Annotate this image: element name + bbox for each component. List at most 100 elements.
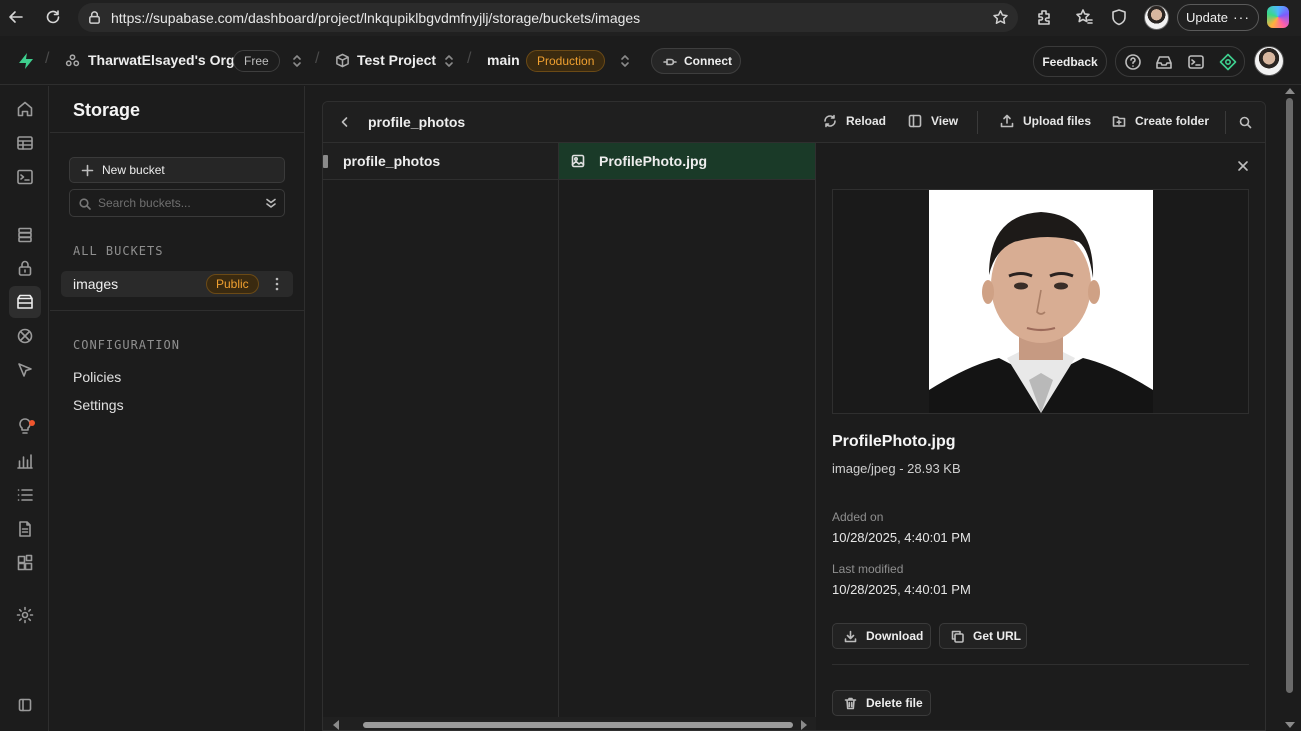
toolbar-divider [1225, 111, 1226, 134]
sql-editor-icon[interactable] [16, 168, 34, 186]
image-file-icon [571, 154, 585, 168]
new-bucket-label: New bucket [102, 163, 165, 177]
list-item[interactable]: profile_photos [323, 143, 558, 180]
search-buckets-input[interactable]: Search buckets... [69, 189, 285, 217]
database-icon[interactable] [16, 226, 34, 244]
back-arrow-icon[interactable] [8, 9, 24, 25]
scrollbar-thumb[interactable] [1286, 98, 1293, 693]
back-chevron-icon[interactable] [339, 116, 351, 128]
terminal-icon[interactable] [1187, 53, 1205, 71]
refresh-icon[interactable] [45, 9, 61, 25]
address-bar[interactable]: https://supabase.com/dashboard/project/l… [78, 3, 1018, 32]
breadcrumb-separator: / [45, 50, 50, 67]
scroll-down-arrow[interactable] [1285, 722, 1295, 728]
get-url-label: Get URL [973, 629, 1021, 643]
divider [50, 132, 305, 133]
favorite-star-icon[interactable] [992, 9, 1009, 26]
project-switcher-chevron-icon[interactable] [444, 54, 454, 68]
user-avatar[interactable] [1254, 46, 1284, 76]
connect-button[interactable]: Connect [651, 48, 741, 74]
connect-label: Connect [684, 54, 732, 68]
settings-gear-icon[interactable] [16, 606, 34, 624]
search-placeholder: Search buckets... [98, 196, 191, 210]
horizontal-scrollbar[interactable] [323, 717, 816, 730]
more-options-icon: ··· [1233, 9, 1250, 25]
site-info-icon[interactable] [87, 10, 102, 25]
home-icon[interactable] [16, 100, 34, 118]
sidebar-title: Storage [73, 100, 141, 120]
org-switcher-chevron-icon[interactable] [292, 54, 302, 68]
browser-essentials-shield-icon[interactable] [1110, 8, 1128, 26]
delete-file-label: Delete file [866, 696, 923, 710]
branch-name[interactable]: main [487, 52, 520, 68]
scroll-up-arrow[interactable] [1285, 88, 1295, 94]
upload-files-button[interactable]: Upload files [1000, 114, 1091, 128]
explorer-header: profile_photos Reload View Upload files … [323, 102, 1265, 143]
sidebar-item-policies[interactable]: Policies [73, 369, 121, 385]
scroll-right-arrow[interactable] [801, 720, 807, 730]
added-on-value: 10/28/2025, 4:40:01 PM [832, 530, 971, 545]
toolbar-divider [977, 111, 978, 134]
browser-profile-avatar[interactable] [1144, 5, 1169, 30]
logs-list-icon[interactable] [16, 486, 34, 504]
search-files-icon[interactable] [1239, 116, 1252, 129]
last-modified-value: 10/28/2025, 4:40:01 PM [832, 582, 971, 597]
realtime-icon[interactable] [16, 327, 34, 345]
delete-file-button[interactable]: Delete file [832, 690, 931, 716]
plug-icon [663, 58, 677, 66]
image-preview-frame [832, 189, 1249, 414]
branch-switcher-chevron-icon[interactable] [620, 54, 630, 68]
new-bucket-button[interactable]: New bucket [69, 157, 285, 183]
view-button[interactable]: View [908, 114, 958, 128]
browser-update-button[interactable]: Update ··· [1177, 4, 1259, 31]
storage-icon[interactable] [16, 293, 34, 311]
authentication-icon[interactable] [16, 259, 34, 277]
reload-icon [824, 114, 836, 128]
reports-icon[interactable] [16, 452, 34, 470]
help-icon[interactable] [1124, 53, 1142, 71]
header-icon-group [1115, 46, 1245, 77]
api-docs-icon[interactable] [16, 520, 34, 538]
plus-icon [81, 164, 94, 177]
org-icon [65, 54, 80, 67]
bucket-name: images [73, 276, 119, 292]
supabase-logo-icon[interactable] [17, 52, 35, 70]
create-folder-button[interactable]: Create folder [1112, 114, 1209, 128]
org-name[interactable]: TharwatElsayed's Org [88, 52, 235, 68]
close-icon[interactable] [1237, 160, 1249, 172]
collapse-sidebar-icon[interactable] [18, 698, 32, 712]
project-name[interactable]: Test Project [357, 52, 436, 68]
reload-button[interactable]: Reload [823, 114, 886, 128]
bucket-public-badge: Public [206, 274, 259, 294]
bucket-item-images[interactable]: images Public [61, 271, 293, 297]
feedback-button[interactable]: Feedback [1033, 46, 1107, 77]
integrations-icon[interactable] [16, 554, 34, 572]
copilot-icon[interactable] [1267, 6, 1289, 28]
download-icon [844, 630, 857, 642]
inbox-icon[interactable] [1155, 53, 1173, 71]
extensions-icon[interactable] [1035, 8, 1053, 26]
scrollbar-thumb[interactable] [363, 722, 793, 728]
reload-label: Reload [846, 114, 887, 128]
breadcrumb-separator: / [467, 50, 472, 67]
last-modified-label: Last modified [832, 562, 904, 576]
sort-chevrons-icon[interactable] [265, 197, 277, 209]
download-label: Download [866, 629, 924, 643]
favorites-icon[interactable] [1075, 8, 1093, 26]
upload-icon [1000, 114, 1014, 128]
configuration-heading: CONFIGURATION [73, 338, 180, 352]
divider [832, 664, 1249, 665]
scroll-left-arrow[interactable] [333, 720, 339, 730]
project-box-icon [336, 53, 349, 68]
edge-functions-icon[interactable] [16, 361, 34, 379]
update-label: Update [1186, 10, 1228, 25]
vertical-scrollbar[interactable] [1283, 86, 1298, 731]
folder-plus-icon [1112, 116, 1126, 127]
download-button[interactable]: Download [832, 623, 931, 649]
table-editor-icon[interactable] [16, 134, 34, 152]
sidebar-item-settings[interactable]: Settings [73, 397, 124, 413]
bucket-more-options-icon[interactable] [274, 276, 280, 292]
list-item-selected[interactable]: ProfilePhoto.jpg [559, 143, 815, 180]
ai-assistant-icon[interactable] [1219, 53, 1237, 71]
get-url-button[interactable]: Get URL [939, 623, 1027, 649]
